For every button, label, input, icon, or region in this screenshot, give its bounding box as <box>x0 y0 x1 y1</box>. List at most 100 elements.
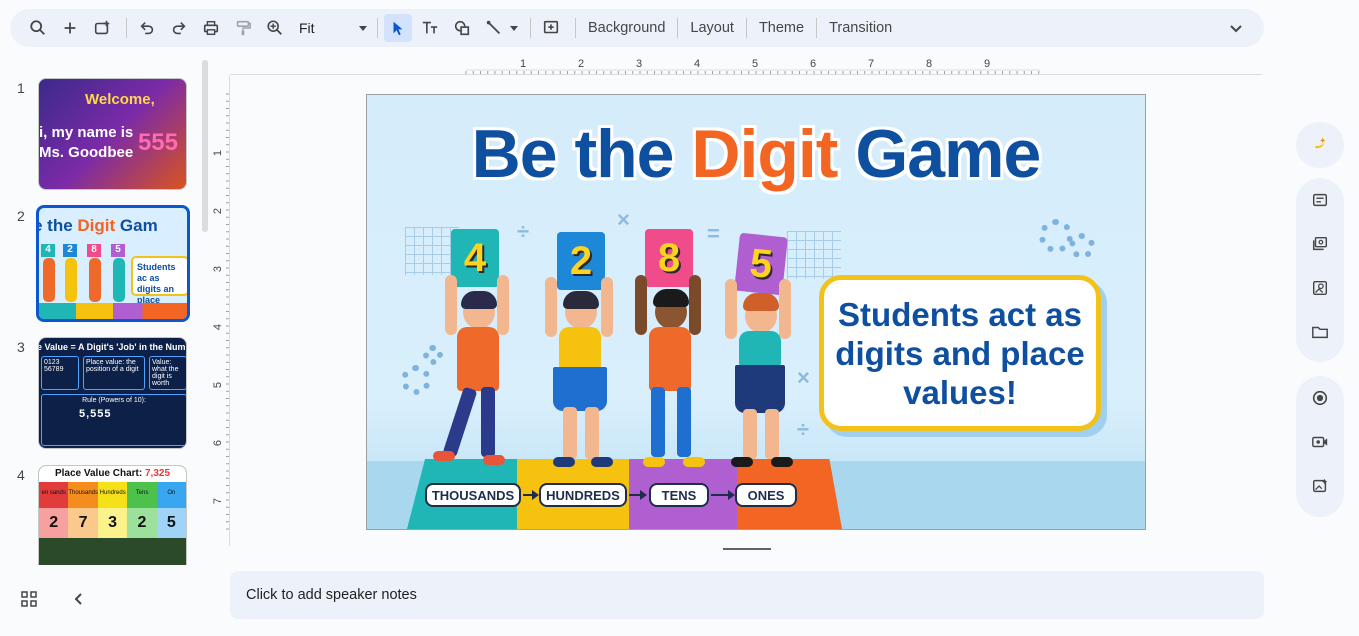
side-panel-gemini <box>1296 122 1344 168</box>
ruler-label: 8 <box>926 58 933 70</box>
vertical-ruler[interactable]: 1 2 3 4 5 6 7 <box>212 76 230 546</box>
new-slide-layout-icon[interactable] <box>88 14 116 42</box>
toolbar-divider <box>530 18 531 38</box>
record-icon[interactable] <box>1296 376 1344 420</box>
thumb-column: Hundreds <box>98 482 128 508</box>
step-thousands[interactable]: THOUSANDS <box>425 483 521 507</box>
thumb-text: 555 <box>137 129 178 156</box>
add-comment-icon[interactable] <box>537 14 565 42</box>
slide-thumbnail-row[interactable]: 3 e Value = A Digit's 'Job' in the Num 0… <box>0 337 210 457</box>
student-body <box>457 327 499 391</box>
theme-button[interactable]: Theme <box>753 14 810 42</box>
digit-card: 8 <box>645 229 693 287</box>
slide-thumbnail-row[interactable]: 4 Place Value Chart: 7,325 en sands Thou… <box>0 465 210 565</box>
layout-button[interactable]: Layout <box>684 14 740 42</box>
line-icon[interactable] <box>480 14 508 42</box>
select-cursor-icon[interactable] <box>384 14 412 42</box>
ruler-label: 2 <box>578 58 585 70</box>
redo-icon[interactable] <box>165 14 193 42</box>
student-leg <box>563 407 577 459</box>
thumb-title: e Value = A Digit's 'Job' in the Num <box>38 342 186 352</box>
slide-number: 2 <box>17 208 25 224</box>
undo-icon[interactable] <box>133 14 161 42</box>
thumb-column: Thousands <box>68 482 99 508</box>
slides-library-icon[interactable] <box>1296 222 1344 266</box>
ruler-label: 4 <box>212 323 225 331</box>
student-hair <box>563 291 599 309</box>
slide-canvas[interactable]: ÷ × = × ÷ Be the Digit Game 4 2 8 5 Stud… <box>366 94 1146 530</box>
thumb-digit-card: 4 <box>41 244 55 257</box>
speaker-notes[interactable]: Click to add speaker notes <box>230 571 1264 619</box>
paint-format-icon[interactable] <box>229 14 257 42</box>
student-shoe <box>683 457 705 467</box>
zoom-select[interactable]: Fit <box>293 14 371 42</box>
step-tens[interactable]: TENS <box>649 483 709 507</box>
print-icon[interactable] <box>197 14 225 42</box>
student-leg <box>765 409 779 459</box>
ruler-label: 6 <box>212 439 225 447</box>
folder-icon[interactable] <box>1296 310 1344 354</box>
step-hundreds[interactable]: HUNDREDS <box>539 483 627 507</box>
times-decor-icon: × <box>797 365 810 390</box>
new-slide-icon[interactable] <box>56 14 84 42</box>
slide-filmstrip[interactable]: 1 Welcome, i, my name is Ms. Goodbee 555… <box>0 60 215 565</box>
slide-thumbnail[interactable]: e Value = A Digit's 'Job' in the Num 012… <box>38 337 187 449</box>
slide-title[interactable]: Be the Digit Game <box>367 115 1145 193</box>
horizontal-ruler[interactable]: 1 2 3 4 5 6 7 8 9 <box>230 58 1262 75</box>
slides-editor: Fit Background Layout Theme Transition 1… <box>0 0 1359 636</box>
arrow-right-icon <box>523 490 539 500</box>
speaker-notes-icon[interactable] <box>1296 178 1344 222</box>
student-shoe <box>483 455 505 465</box>
thumb-column: Tens <box>127 482 157 508</box>
image-search-icon[interactable] <box>1296 266 1344 310</box>
line-chevron-down-icon[interactable] <box>510 25 518 31</box>
gear-decor-icon <box>401 365 431 395</box>
step-ones[interactable]: ONES <box>735 483 797 507</box>
ruler-label: 3 <box>636 58 643 70</box>
thumb-panel: 0123 56789 <box>41 356 79 390</box>
add-slide-image-icon[interactable] <box>1296 464 1344 508</box>
ruler-label: 9 <box>984 58 991 70</box>
slide-thumbnail[interactable]: Place Value Chart: 7,325 en sands Thousa… <box>38 465 187 565</box>
collapse-filmstrip-chevron-icon[interactable] <box>70 590 88 608</box>
student-arm <box>601 277 613 337</box>
student-arm <box>497 275 509 335</box>
zoom-icon[interactable] <box>261 14 289 42</box>
thumb-title: e the Digit Gam <box>36 216 158 235</box>
grid-view-icon[interactable] <box>20 590 38 608</box>
slide-thumbnail-row[interactable]: 1 Welcome, i, my name is Ms. Goodbee 555 <box>0 78 210 198</box>
student-hair <box>653 289 689 307</box>
shape-icon[interactable] <box>448 14 476 42</box>
transition-button[interactable]: Transition <box>823 14 898 42</box>
student-body <box>739 331 781 367</box>
student-hair <box>743 293 779 311</box>
slide-thumbnail-selected[interactable]: e the Digit Gam 4 2 8 5 Students ac as d… <box>36 205 190 322</box>
text-box-icon[interactable] <box>416 14 444 42</box>
thumb-columns: en sands Thousands Hundreds Tens On <box>39 482 186 508</box>
toolbar-divider <box>575 18 576 38</box>
slide-thumbnail-row[interactable]: 2 e the Digit Gam 4 2 8 5 Students ac as… <box>0 205 210 325</box>
slide-thumbnail[interactable]: Welcome, i, my name is Ms. Goodbee 555 <box>38 78 187 190</box>
thumb-digit-card: 8 <box>87 244 101 257</box>
thumb-column: en sands <box>39 482 69 508</box>
ruler-label: 2 <box>212 207 225 215</box>
search-menus-icon[interactable] <box>24 14 52 42</box>
thumb-student <box>113 258 125 302</box>
student-shoe <box>591 457 613 467</box>
notes-resize-handle[interactable] <box>723 548 771 550</box>
thumb-title: Place Value Chart: 7,325 <box>39 466 186 482</box>
collapse-toolbar-chevron-icon[interactable] <box>1226 18 1246 38</box>
gemini-banana-icon[interactable] <box>1296 122 1344 166</box>
camera-icon[interactable] <box>1296 420 1344 464</box>
background-button[interactable]: Background <box>582 14 671 42</box>
ruler-label: 1 <box>212 149 225 157</box>
gear-decor-icon <box>423 345 443 365</box>
thumb-floor <box>39 303 187 319</box>
student-arm <box>445 275 457 335</box>
thumb-student <box>43 258 55 302</box>
student-leg <box>442 386 478 458</box>
thumb-digit-card: 5 <box>111 244 125 257</box>
student-shoe <box>433 451 455 461</box>
side-panel-tools <box>1296 178 1344 362</box>
slide-callout[interactable]: Students act as digits and place values! <box>819 275 1101 431</box>
